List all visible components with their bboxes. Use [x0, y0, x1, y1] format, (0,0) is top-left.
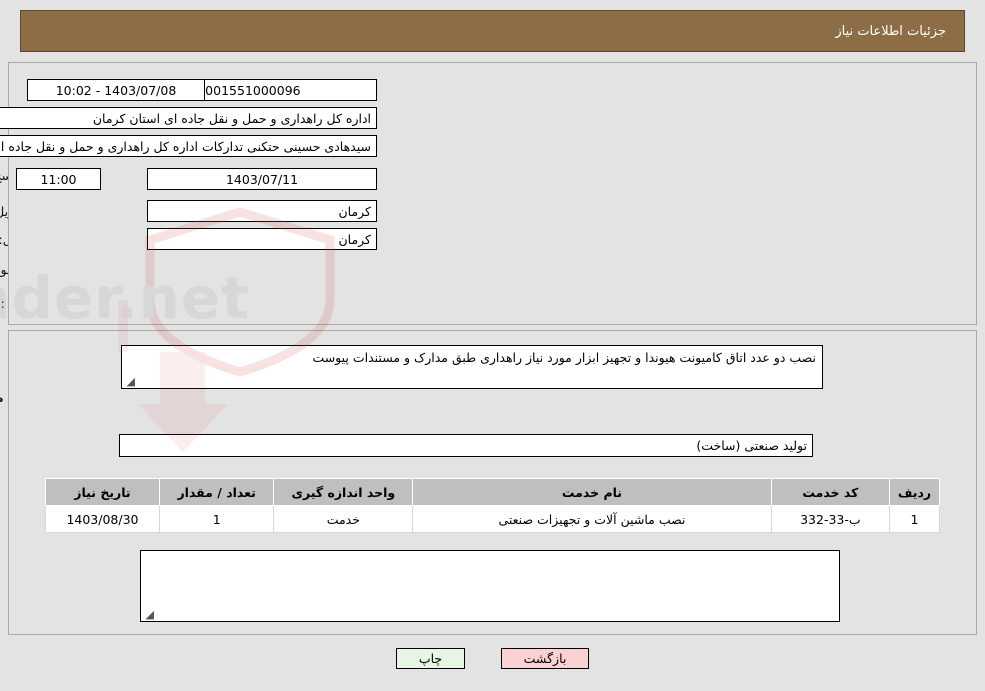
- services-table: ردیف کد خدمت نام خدمت واحد اندازه گیری ت…: [45, 478, 940, 533]
- th-unit: واحد اندازه گیری: [273, 478, 414, 506]
- cell-code: ب-33-332: [770, 505, 891, 533]
- cell-index: 1: [889, 505, 940, 533]
- back-button[interactable]: بازگشت: [501, 648, 589, 669]
- announce-datetime-field[interactable]: 1403/07/08 - 10:02: [27, 79, 205, 101]
- th-date: تاریخ نیاز: [45, 478, 160, 506]
- cell-quantity: 1: [158, 505, 275, 533]
- buyer-org-field[interactable]: اداره کل راهداری و حمل و نقل جاده ای است…: [0, 107, 377, 129]
- resize-grip-icon-notes[interactable]: ◢: [144, 609, 154, 620]
- need-info-panel: [8, 62, 977, 325]
- service-group-field[interactable]: تولید صنعتی (ساخت): [119, 434, 813, 457]
- cell-name: نصب ماشین آلات و تجهیزات صنعتی: [412, 505, 772, 533]
- page-title: جزئیات اطلاعات نیاز: [835, 23, 946, 39]
- deadline-time-field[interactable]: 11:00: [16, 168, 101, 190]
- creator-field[interactable]: سیدهادی حسینی حتکنی تدارکات اداره کل راه…: [0, 135, 377, 157]
- page-header: جزئیات اطلاعات نیاز: [20, 10, 965, 52]
- th-name: نام خدمت: [412, 478, 772, 506]
- cell-unit: خدمت: [273, 505, 414, 533]
- description-textarea[interactable]: نصب دو عدد اتاق کامیونت هیوندا و تجهیز ا…: [121, 345, 823, 389]
- delivery-city-field[interactable]: کرمان: [147, 228, 377, 250]
- deadline-date-field[interactable]: 1403/07/11: [147, 168, 377, 190]
- delivery-province-field[interactable]: کرمان: [147, 200, 377, 222]
- buyer-notes-textarea[interactable]: ◢: [140, 550, 840, 622]
- page-root: AriaTender.net جزئیات اطلاعات نیاز شماره…: [0, 0, 985, 691]
- th-index: ردیف: [889, 478, 940, 506]
- th-code: کد خدمت: [770, 478, 891, 506]
- th-quantity: تعداد / مقدار: [158, 478, 275, 506]
- table-header-row: ردیف کد خدمت نام خدمت واحد اندازه گیری ت…: [45, 478, 940, 506]
- cell-date: 1403/08/30: [45, 505, 160, 533]
- print-button[interactable]: چاپ: [396, 648, 465, 669]
- resize-grip-icon[interactable]: ◢: [125, 376, 135, 387]
- table-row: 1 ب-33-332 نصب ماشین آلات و تجهیزات صنعت…: [45, 505, 940, 533]
- description-value: نصب دو عدد اتاق کامیونت هیوندا و تجهیز ا…: [312, 350, 816, 365]
